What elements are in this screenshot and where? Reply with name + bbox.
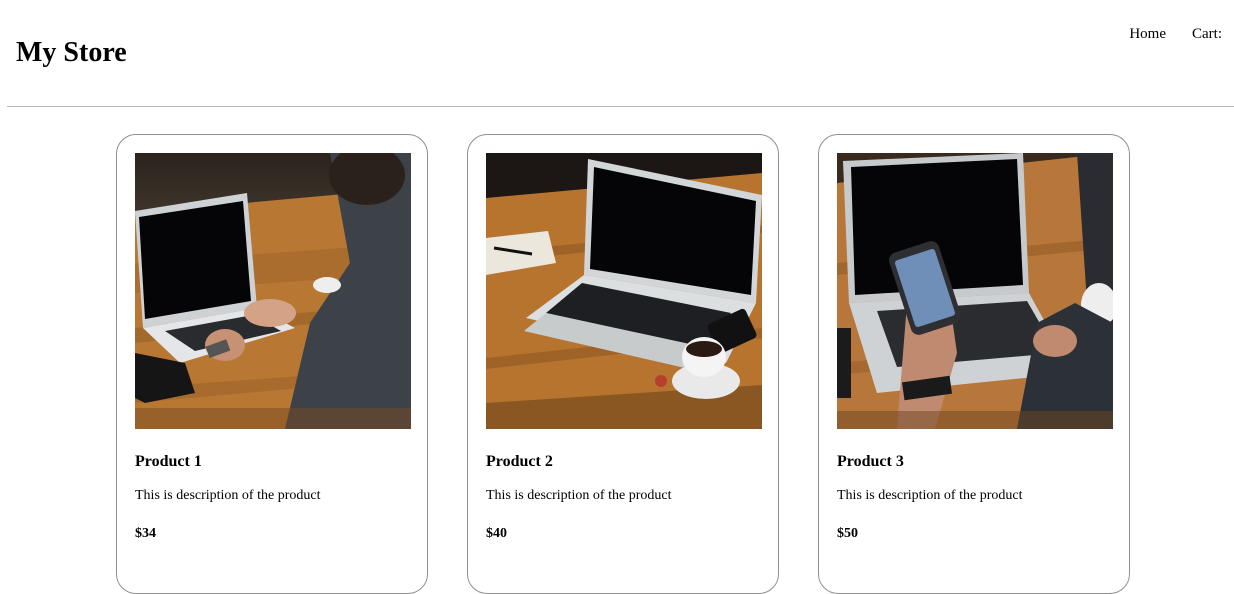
product-description: This is description of the product [486,488,672,503]
product-card[interactable]: Product 2 This is description of the pro… [467,134,779,594]
product-image[interactable] [837,153,1113,429]
product-title[interactable]: Product 3 [837,452,904,472]
header-divider [7,106,1234,107]
product-price: $40 [486,526,507,541]
site-header: My Store Home Cart: [0,0,1234,107]
product-image[interactable] [486,153,762,429]
product-price: $50 [837,526,858,541]
product-price: $34 [135,526,156,541]
nav-home-link[interactable]: Home [1129,25,1166,43]
phone-laptop-photo [837,153,1113,429]
nav-cart-link[interactable]: Cart: [1192,25,1222,43]
laptop-coffee-photo [486,153,762,429]
product-title[interactable]: Product 1 [135,452,202,472]
site-title: My Store [16,37,127,68]
main-nav: Home Cart: [1129,25,1222,43]
laptop-typing-photo [135,153,411,429]
product-card[interactable]: Product 3 This is description of the pro… [818,134,1130,594]
product-card[interactable]: Product 1 This is description of the pro… [116,134,428,594]
product-description: This is description of the product [837,488,1023,503]
product-image[interactable] [135,153,411,429]
product-grid: Product 1 This is description of the pro… [116,134,1132,594]
product-title[interactable]: Product 2 [486,452,553,472]
product-description: This is description of the product [135,488,321,503]
